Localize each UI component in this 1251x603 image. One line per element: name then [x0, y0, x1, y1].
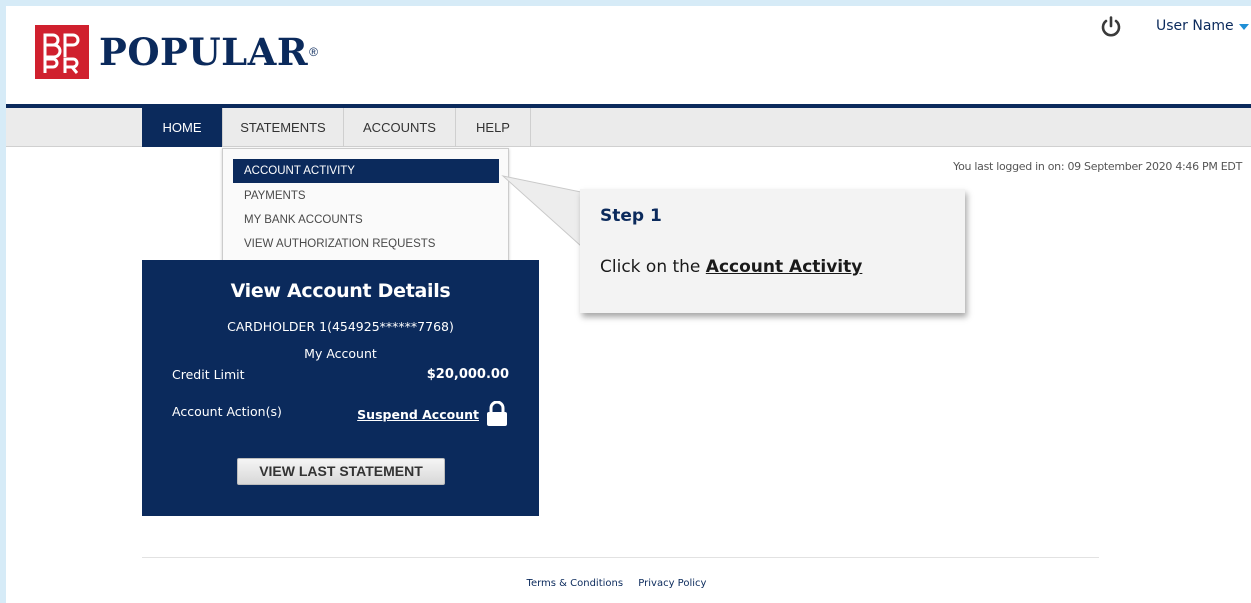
footer-divider — [142, 557, 1099, 558]
callout-text-prefix: Click on the — [600, 257, 706, 277]
power-icon[interactable] — [1100, 16, 1122, 38]
callout-text: Click on the Account Activity — [600, 257, 862, 277]
last-login-text: You last logged in on: 09 September 2020… — [953, 160, 1242, 173]
account-actions-label: Account Action(s) — [172, 404, 282, 419]
statements-dropdown: ACCOUNT ACTIVITY PAYMENTS MY BANK ACCOUN… — [222, 148, 509, 268]
footer-links: Terms & Conditions Privacy Policy — [6, 578, 1227, 589]
page: POPULAR ® User Name HOME STATEMENTS ACCO… — [6, 6, 1251, 603]
callout-text-emphasis: Account Activity — [705, 257, 863, 277]
panel-title: View Account Details — [230, 280, 451, 302]
cardholder-number: CARDHOLDER 1(454925******7768) — [227, 319, 454, 334]
menu-item-view-authorization-requests[interactable]: VIEW AUTHORIZATION REQUESTS — [233, 232, 499, 256]
menu-item-account-activity[interactable]: ACCOUNT ACTIVITY — [233, 159, 499, 183]
menu-item-payments[interactable]: PAYMENTS — [233, 184, 499, 208]
callout-pointer — [501, 175, 582, 248]
nav-statements[interactable]: STATEMENTS — [223, 108, 344, 147]
terms-link[interactable]: Terms & Conditions — [527, 578, 624, 589]
suspend-account-label: Suspend Account — [357, 406, 479, 422]
brand-name: POPULAR — [99, 30, 309, 74]
menu-item-my-bank-accounts[interactable]: MY BANK ACCOUNTS — [233, 208, 499, 232]
account-details-panel: View Account Details CARDHOLDER 1(454925… — [142, 260, 539, 516]
panel-subtitle: My Account — [304, 346, 377, 361]
bppr-logo-icon — [35, 25, 89, 79]
brand-logo[interactable]: POPULAR ® — [35, 25, 318, 79]
brand-registered-mark: ® — [309, 45, 318, 59]
credit-limit-label: Credit Limit — [172, 367, 245, 382]
view-last-statement-button[interactable]: VIEW LAST STATEMENT — [237, 458, 445, 485]
user-menu[interactable]: User Name — [1156, 18, 1249, 34]
main-nav: HOME STATEMENTS ACCOUNTS HELP — [6, 108, 1251, 147]
callout-title: Step 1 — [600, 206, 662, 226]
nav-help[interactable]: HELP — [456, 108, 531, 147]
nav-accounts[interactable]: ACCOUNTS — [344, 108, 456, 147]
lock-icon — [487, 401, 507, 426]
user-name: User Name — [1156, 18, 1234, 34]
privacy-link[interactable]: Privacy Policy — [638, 578, 706, 589]
suspend-account-link[interactable]: Suspend Account — [357, 401, 509, 427]
nav-home[interactable]: HOME — [142, 108, 223, 147]
credit-limit-value: $20,000.00 — [426, 367, 509, 382]
chevron-down-icon — [1238, 24, 1249, 30]
step-callout: Step 1 Click on the Account Activity — [580, 189, 965, 313]
